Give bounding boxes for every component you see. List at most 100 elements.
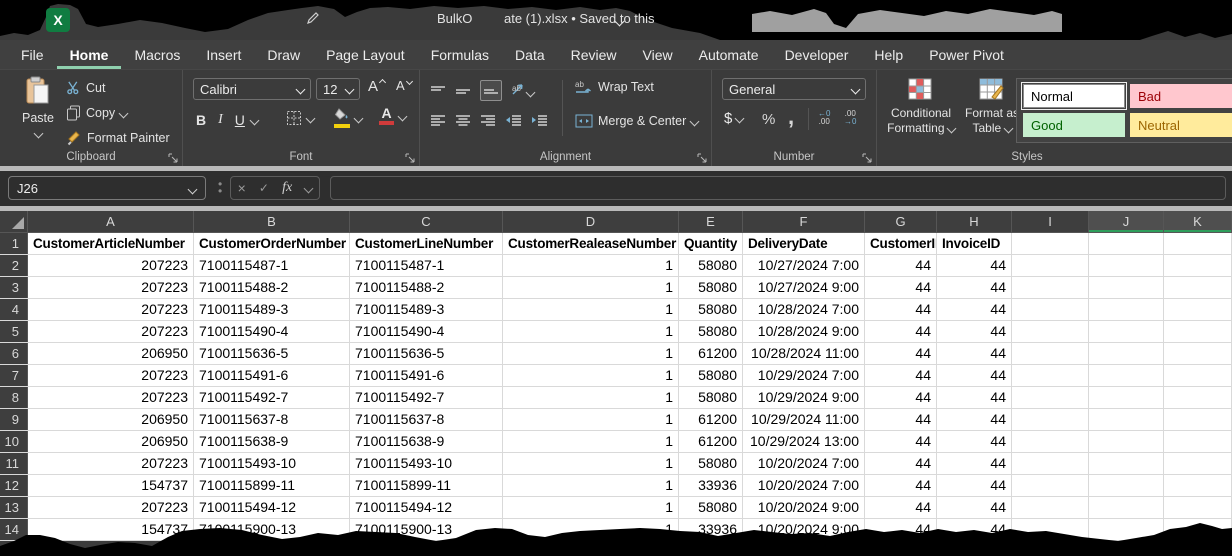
title-dropdown-chevron-icon[interactable] bbox=[616, 13, 623, 31]
cell-A9[interactable]: 206950 bbox=[28, 409, 194, 430]
align-left-icon[interactable] bbox=[430, 114, 446, 126]
cell-A11[interactable]: 207223 bbox=[28, 453, 194, 474]
cell-D5[interactable]: 1 bbox=[503, 321, 679, 342]
cell-E4[interactable]: 58080 bbox=[679, 299, 743, 320]
cell-H13[interactable]: 44 bbox=[937, 497, 1012, 518]
cell-I3[interactable] bbox=[1012, 277, 1089, 298]
cell-D2[interactable]: 1 bbox=[503, 255, 679, 276]
cell-B8[interactable]: 7100115492-7 bbox=[194, 387, 350, 408]
row-header-11[interactable]: 11 bbox=[0, 453, 28, 474]
cell-I7[interactable] bbox=[1012, 365, 1089, 386]
cell-G8[interactable]: 44 bbox=[865, 387, 937, 408]
tab-review[interactable]: Review bbox=[558, 40, 630, 69]
cell-A4[interactable]: 207223 bbox=[28, 299, 194, 320]
tab-formulas[interactable]: Formulas bbox=[418, 40, 502, 69]
tab-page-layout[interactable]: Page Layout bbox=[313, 40, 418, 69]
accounting-format-button[interactable]: $ bbox=[724, 110, 743, 127]
bold-button[interactable]: B bbox=[196, 112, 206, 128]
cell-F3[interactable]: 10/27/2024 9:00 bbox=[743, 277, 865, 298]
tab-file[interactable]: File bbox=[8, 40, 57, 69]
cell-G3[interactable]: 44 bbox=[865, 277, 937, 298]
cell-E11[interactable]: 58080 bbox=[679, 453, 743, 474]
row-header-13[interactable]: 13 bbox=[0, 497, 28, 518]
borders-button[interactable] bbox=[286, 110, 314, 126]
underline-button[interactable]: U bbox=[235, 112, 245, 128]
cell-D6[interactable]: 1 bbox=[503, 343, 679, 364]
cell-C4[interactable]: 7100115489-3 bbox=[350, 299, 503, 320]
cell-G5[interactable]: 44 bbox=[865, 321, 937, 342]
cell-B3[interactable]: 7100115488-2 bbox=[194, 277, 350, 298]
cell-J6[interactable] bbox=[1089, 343, 1164, 364]
cell-K10[interactable] bbox=[1164, 431, 1232, 452]
tab-help[interactable]: Help bbox=[861, 40, 916, 69]
cell-D11[interactable]: 1 bbox=[503, 453, 679, 474]
cell-B11[interactable]: 7100115493-10 bbox=[194, 453, 350, 474]
paste-dropdown-chevron-icon[interactable] bbox=[33, 129, 43, 139]
cell-G6[interactable]: 44 bbox=[865, 343, 937, 364]
column-header-I[interactable]: I bbox=[1012, 211, 1089, 233]
cell-H5[interactable]: 44 bbox=[937, 321, 1012, 342]
cell-H10[interactable]: 44 bbox=[937, 431, 1012, 452]
increase-indent-icon[interactable] bbox=[531, 114, 548, 126]
cell-E7[interactable]: 58080 bbox=[679, 365, 743, 386]
cell-H3[interactable]: 44 bbox=[937, 277, 1012, 298]
row-header-5[interactable]: 5 bbox=[0, 321, 28, 342]
row-header-2[interactable]: 2 bbox=[0, 255, 28, 276]
tab-power-pivot[interactable]: Power Pivot bbox=[916, 40, 1017, 69]
orientation-button[interactable]: ab bbox=[511, 82, 534, 99]
cell-I12[interactable] bbox=[1012, 475, 1089, 496]
cell-D4[interactable]: 1 bbox=[503, 299, 679, 320]
cell-C9[interactable]: 7100115637-8 bbox=[350, 409, 503, 430]
align-middle-icon[interactable] bbox=[455, 85, 471, 97]
cell-G7[interactable]: 44 bbox=[865, 365, 937, 386]
cell-F10[interactable]: 10/29/2024 13:00 bbox=[743, 431, 865, 452]
cell-A3[interactable]: 207223 bbox=[28, 277, 194, 298]
cell-K1[interactable] bbox=[1164, 233, 1232, 254]
cell-H8[interactable]: 44 bbox=[937, 387, 1012, 408]
cell-K4[interactable] bbox=[1164, 299, 1232, 320]
cell-J8[interactable] bbox=[1089, 387, 1164, 408]
cell-F12[interactable]: 10/20/2024 7:00 bbox=[743, 475, 865, 496]
column-header-J[interactable]: J bbox=[1089, 211, 1164, 233]
cell-D1[interactable]: CustomerRealeaseNumber bbox=[503, 233, 679, 254]
cell-K2[interactable] bbox=[1164, 255, 1232, 276]
cell-F5[interactable]: 10/28/2024 9:00 bbox=[743, 321, 865, 342]
cell-J4[interactable] bbox=[1089, 299, 1164, 320]
percent-style-button[interactable]: % bbox=[762, 111, 775, 128]
column-header-D[interactable]: D bbox=[503, 211, 679, 233]
cell-E2[interactable]: 58080 bbox=[679, 255, 743, 276]
row-header-4[interactable]: 4 bbox=[0, 299, 28, 320]
style-gallery-item-bad[interactable]: Bad bbox=[1130, 84, 1232, 108]
column-header-A[interactable]: A bbox=[28, 211, 194, 233]
cell-F4[interactable]: 10/28/2024 7:00 bbox=[743, 299, 865, 320]
row-header-9[interactable]: 9 bbox=[0, 409, 28, 430]
cell-C10[interactable]: 7100115638-9 bbox=[350, 431, 503, 452]
cell-G1[interactable]: CustomerID bbox=[865, 233, 937, 254]
cell-D10[interactable]: 1 bbox=[503, 431, 679, 452]
cell-J7[interactable] bbox=[1089, 365, 1164, 386]
cell-G9[interactable]: 44 bbox=[865, 409, 937, 430]
formula-bar-grip[interactable]: •• bbox=[218, 181, 222, 195]
cell-B12[interactable]: 7100115899-11 bbox=[194, 475, 350, 496]
cell-A12[interactable]: 154737 bbox=[28, 475, 194, 496]
wrap-text-button[interactable]: ab Wrap Text bbox=[575, 80, 654, 94]
cell-H1[interactable]: InvoiceID bbox=[937, 233, 1012, 254]
insert-function-button[interactable]: fx bbox=[282, 180, 292, 196]
tab-data[interactable]: Data bbox=[502, 40, 558, 69]
cell-J5[interactable] bbox=[1089, 321, 1164, 342]
cell-D3[interactable]: 1 bbox=[503, 277, 679, 298]
cell-F8[interactable]: 10/29/2024 9:00 bbox=[743, 387, 865, 408]
cell-C8[interactable]: 7100115492-7 bbox=[350, 387, 503, 408]
column-header-H[interactable]: H bbox=[937, 211, 1012, 233]
cell-F2[interactable]: 10/27/2024 7:00 bbox=[743, 255, 865, 276]
cell-D13[interactable]: 1 bbox=[503, 497, 679, 518]
style-gallery-item-good[interactable]: Good bbox=[1023, 113, 1125, 137]
fill-color-button[interactable] bbox=[334, 108, 362, 128]
cell-I6[interactable] bbox=[1012, 343, 1089, 364]
cell-B4[interactable]: 7100115489-3 bbox=[194, 299, 350, 320]
align-right-icon[interactable] bbox=[480, 114, 496, 126]
grow-font-button[interactable]: A bbox=[368, 78, 385, 95]
cell-F13[interactable]: 10/20/2024 9:00 bbox=[743, 497, 865, 518]
tab-draw[interactable]: Draw bbox=[254, 40, 313, 69]
cell-A2[interactable]: 207223 bbox=[28, 255, 194, 276]
